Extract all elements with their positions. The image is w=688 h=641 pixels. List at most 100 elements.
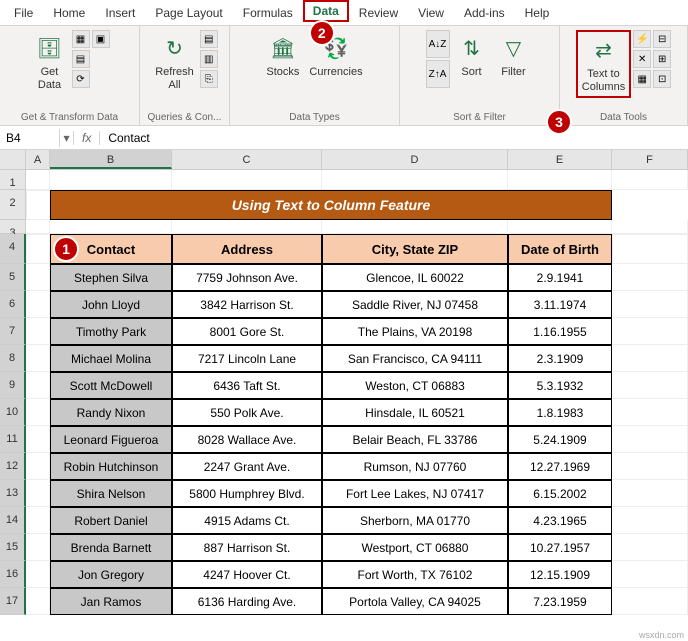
cell[interactable]: [612, 480, 688, 507]
cell-dob[interactable]: 12.27.1969: [508, 453, 612, 480]
header-contact[interactable]: 1 Contact: [50, 234, 172, 264]
cell-csz[interactable]: Hinsdale, IL 60521: [322, 399, 508, 426]
cell[interactable]: [612, 534, 688, 561]
cell[interactable]: [26, 190, 50, 220]
consolidate-button[interactable]: ⊟: [653, 30, 671, 48]
cell-address[interactable]: 7217 Lincoln Lane: [172, 345, 322, 372]
cell[interactable]: [612, 588, 688, 615]
from-text-button[interactable]: ▦: [72, 30, 90, 48]
row-header-13[interactable]: 13: [0, 480, 26, 507]
select-all-corner[interactable]: [0, 150, 26, 169]
row-header-17[interactable]: 17: [0, 588, 26, 615]
get-data-button[interactable]: 🗄 Get Data: [30, 30, 70, 94]
menu-home[interactable]: Home: [43, 0, 95, 25]
menu-file[interactable]: File: [4, 0, 43, 25]
row-header-5[interactable]: 5: [0, 264, 26, 291]
cell[interactable]: [322, 220, 508, 234]
cell[interactable]: [50, 220, 172, 234]
formula-input[interactable]: Contact: [100, 129, 688, 147]
cell-csz[interactable]: Saddle River, NJ 07458: [322, 291, 508, 318]
title-cell[interactable]: Using Text to Column Feature: [50, 190, 612, 220]
cell[interactable]: [26, 561, 50, 588]
cell-contact[interactable]: Leonard Figueroa: [50, 426, 172, 453]
cell-csz[interactable]: Portola Valley, CA 94025: [322, 588, 508, 615]
cell-csz[interactable]: Rumson, NJ 07760: [322, 453, 508, 480]
col-header-f[interactable]: F: [612, 150, 688, 169]
data-validation-button[interactable]: ▦: [633, 70, 651, 88]
cell-csz[interactable]: San Francisco, CA 94111: [322, 345, 508, 372]
flash-fill-button[interactable]: ⚡: [633, 30, 651, 48]
cell[interactable]: [612, 170, 688, 190]
fx-icon[interactable]: fx: [74, 131, 100, 145]
cell[interactable]: [172, 220, 322, 234]
col-header-a[interactable]: A: [26, 150, 50, 169]
cell-address[interactable]: 550 Polk Ave.: [172, 399, 322, 426]
row-header-11[interactable]: 11: [0, 426, 26, 453]
from-web-button[interactable]: ▤: [72, 50, 90, 68]
cell-dob[interactable]: 7.23.1959: [508, 588, 612, 615]
cell-csz[interactable]: Sherborn, MA 01770: [322, 507, 508, 534]
row-header-15[interactable]: 15: [0, 534, 26, 561]
cell-address[interactable]: 4915 Adams Ct.: [172, 507, 322, 534]
cell-dob[interactable]: 2.3.1909: [508, 345, 612, 372]
cell-dob[interactable]: 5.3.1932: [508, 372, 612, 399]
row-header-4[interactable]: 4: [0, 234, 26, 264]
cell[interactable]: [508, 170, 612, 190]
cell[interactable]: [26, 372, 50, 399]
sort-az-button[interactable]: A↓Z: [426, 30, 450, 58]
cell-csz[interactable]: Belair Beach, FL 33786: [322, 426, 508, 453]
menu-page-layout[interactable]: Page Layout: [145, 0, 232, 25]
cell[interactable]: [322, 170, 508, 190]
cell-csz[interactable]: The Plains, VA 20198: [322, 318, 508, 345]
cell-dob[interactable]: 1.8.1983: [508, 399, 612, 426]
queries-button[interactable]: ▤: [200, 30, 218, 48]
col-header-c[interactable]: C: [172, 150, 322, 169]
row-header-3[interactable]: 3: [0, 220, 26, 234]
menu-add-ins[interactable]: Add-ins: [454, 0, 515, 25]
cell-address[interactable]: 3842 Harrison St.: [172, 291, 322, 318]
cell-dob[interactable]: 5.24.1909: [508, 426, 612, 453]
cell-contact[interactable]: John Lloyd: [50, 291, 172, 318]
cell-address[interactable]: 4247 Hoover Ct.: [172, 561, 322, 588]
cell-address[interactable]: 5800 Humphrey Blvd.: [172, 480, 322, 507]
row-header-8[interactable]: 8: [0, 345, 26, 372]
cell[interactable]: [26, 480, 50, 507]
cell-contact[interactable]: Scott McDowell: [50, 372, 172, 399]
col-header-d[interactable]: D: [322, 150, 508, 169]
cell-contact[interactable]: Timothy Park: [50, 318, 172, 345]
cell-contact[interactable]: Stephen Silva: [50, 264, 172, 291]
header-dob[interactable]: Date of Birth: [508, 234, 612, 264]
menu-insert[interactable]: Insert: [95, 0, 145, 25]
cell-contact[interactable]: Michael Molina: [50, 345, 172, 372]
row-header-12[interactable]: 12: [0, 453, 26, 480]
cell[interactable]: [26, 220, 50, 234]
cell[interactable]: [612, 507, 688, 534]
cell-address[interactable]: 6436 Taft St.: [172, 372, 322, 399]
cell[interactable]: [26, 291, 50, 318]
cell[interactable]: [612, 234, 688, 264]
row-header-1[interactable]: 1: [0, 170, 26, 190]
refresh-all-button[interactable]: ↻ Refresh All: [151, 30, 198, 94]
sort-za-button[interactable]: Z↑A: [426, 60, 450, 88]
col-header-e[interactable]: E: [508, 150, 612, 169]
cell-dob[interactable]: 1.16.1955: [508, 318, 612, 345]
menu-view[interactable]: View: [408, 0, 454, 25]
cell-address[interactable]: 887 Harrison St.: [172, 534, 322, 561]
menu-help[interactable]: Help: [515, 0, 560, 25]
cell[interactable]: [612, 399, 688, 426]
cell-contact[interactable]: Shira Nelson: [50, 480, 172, 507]
cell-contact[interactable]: Brenda Barnett: [50, 534, 172, 561]
cell[interactable]: [26, 426, 50, 453]
cell[interactable]: [612, 345, 688, 372]
menu-formulas[interactable]: Formulas: [233, 0, 303, 25]
cell[interactable]: [612, 561, 688, 588]
remove-duplicates-button[interactable]: ✕: [633, 50, 651, 68]
cell-address[interactable]: 7759 Johnson Ave.: [172, 264, 322, 291]
cell[interactable]: [612, 372, 688, 399]
cell-dob[interactable]: 3.11.1974: [508, 291, 612, 318]
cell-contact[interactable]: Jon Gregory: [50, 561, 172, 588]
cell[interactable]: [26, 534, 50, 561]
col-header-b[interactable]: B: [50, 150, 172, 169]
cell[interactable]: [508, 220, 612, 234]
cell[interactable]: [26, 234, 50, 264]
